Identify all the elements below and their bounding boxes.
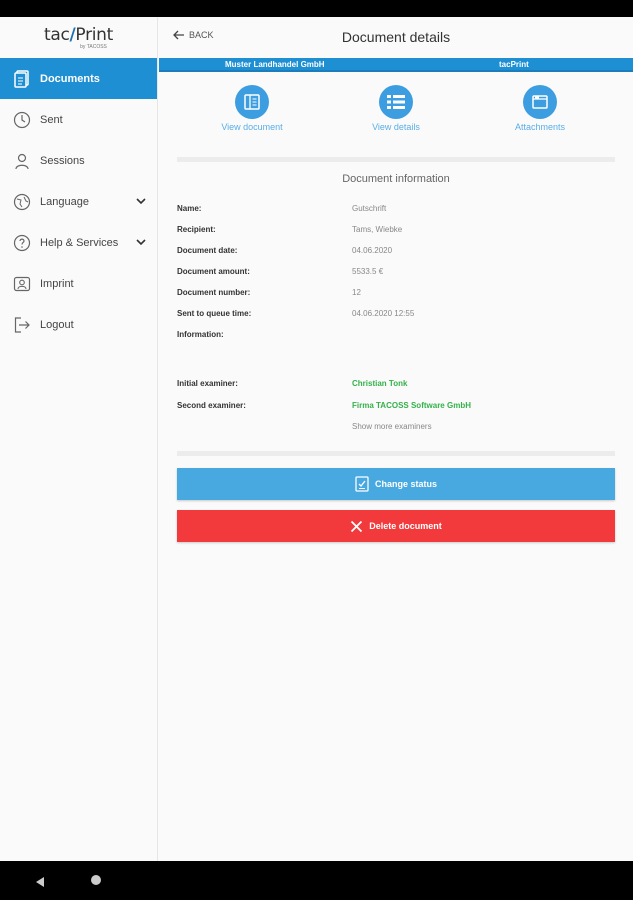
view-details-button[interactable]: View details xyxy=(351,85,441,132)
action-label: View details xyxy=(372,122,420,132)
company-banner: Muster Landhandel GmbH tacPrint xyxy=(159,58,633,72)
sidebar-item-label: Sent xyxy=(40,113,63,126)
examiner-name: Firma TACOSS Software GmbH xyxy=(352,401,471,410)
banner-product: tacPrint xyxy=(499,60,529,69)
field-label: Document number: xyxy=(177,288,251,297)
action-label: Attachments xyxy=(514,122,566,132)
field-label: Information: xyxy=(177,330,224,339)
examiner-name: Christian Tonk xyxy=(352,379,408,388)
user-icon xyxy=(12,151,32,171)
sidebar-item-label: Sessions xyxy=(40,154,85,167)
sidebar-item-label: Logout xyxy=(40,318,74,331)
app-window: tac/Print by TACOSS Documents Sent Sessi… xyxy=(0,17,633,861)
attachments-button[interactable]: Attachments xyxy=(495,85,585,132)
help-icon xyxy=(12,233,32,253)
view-document-button[interactable]: View document xyxy=(207,85,297,132)
field-value: Gutschrift xyxy=(352,204,387,213)
field-label: Name: xyxy=(177,204,202,213)
field-value: 04.06.2020 xyxy=(352,246,393,255)
sidebar-item-label: Language xyxy=(40,195,89,208)
banner-company: Muster Landhandel GmbH xyxy=(225,60,325,69)
logout-icon xyxy=(12,315,32,335)
imprint-icon xyxy=(12,274,32,294)
field-value: 04.06.2020 12:55 xyxy=(352,309,415,318)
language-icon xyxy=(12,192,32,212)
field-value: 12 xyxy=(352,288,361,297)
section-title: Document information xyxy=(342,173,450,185)
sidebar-item-help[interactable]: Help & Services xyxy=(0,222,157,263)
sidebar-item-language[interactable]: Language xyxy=(0,181,157,222)
action-row: View document View details Attachments xyxy=(159,72,633,162)
change-status-button[interactable]: Change status xyxy=(177,468,615,500)
documents-icon xyxy=(12,69,32,89)
top-bar: BACK Document details xyxy=(159,17,633,58)
nav-back-icon[interactable] xyxy=(34,875,46,893)
nav-home-icon[interactable] xyxy=(91,875,101,885)
delete-document-button[interactable]: Delete document xyxy=(177,510,615,542)
status-bar xyxy=(0,0,633,17)
section-divider xyxy=(177,451,615,456)
sidebar-item-label: Imprint xyxy=(40,277,74,290)
sidebar-item-label: Help & Services xyxy=(40,236,119,249)
sidebar-item-logout[interactable]: Logout xyxy=(0,304,157,345)
button-label: Delete document xyxy=(369,521,442,531)
logo-text: tac/Print xyxy=(43,25,114,45)
button-label: Change status xyxy=(374,479,437,489)
change-status-icon xyxy=(355,476,369,492)
system-nav-bar xyxy=(0,861,633,900)
field-label: Document amount: xyxy=(177,267,250,276)
chevron-down-icon[interactable] xyxy=(135,194,147,212)
close-icon xyxy=(351,520,363,532)
logo-subtitle: by TACOSS xyxy=(80,44,107,50)
view-document-icon xyxy=(235,85,269,119)
page-title: Document details xyxy=(341,29,451,45)
chevron-down-icon[interactable] xyxy=(135,235,147,253)
field-label: Sent to queue time: xyxy=(177,309,252,318)
list-icon xyxy=(379,85,413,119)
sidebar-item-documents[interactable]: Documents xyxy=(0,58,157,99)
clock-icon xyxy=(12,110,32,130)
section-divider xyxy=(177,157,615,162)
show-more-examiners-link[interactable]: Show more examiners xyxy=(352,422,432,431)
sidebar-item-sessions[interactable]: Sessions xyxy=(0,140,157,181)
sidebar: tac/Print by TACOSS Documents Sent Sessi… xyxy=(0,17,158,861)
sidebar-item-imprint[interactable]: Imprint xyxy=(0,263,157,304)
field-label: Second examiner: xyxy=(177,401,246,410)
field-value: Tams, Wiebke xyxy=(352,225,403,234)
sidebar-item-label: Documents xyxy=(40,72,100,85)
action-label: View document xyxy=(221,122,283,132)
attachment-icon xyxy=(523,85,557,119)
field-label: Recipient: xyxy=(177,225,216,234)
main-content: BACK Document details Muster Landhandel … xyxy=(159,17,633,861)
field-label: Initial examiner: xyxy=(177,379,238,388)
field-label: Document date: xyxy=(177,246,238,255)
app-logo: tac/Print by TACOSS xyxy=(0,17,157,58)
field-value: 5533.5 € xyxy=(352,267,384,276)
sidebar-item-sent[interactable]: Sent xyxy=(0,99,157,140)
